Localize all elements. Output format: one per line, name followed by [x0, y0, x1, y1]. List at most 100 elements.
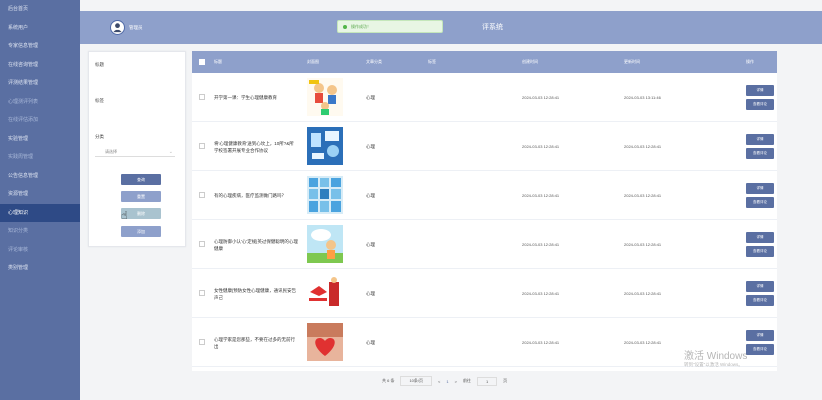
- row-updated: 2024-03-03 12:28:41: [624, 193, 662, 198]
- sidebar-item-notices[interactable]: 公告信息管理: [0, 167, 80, 186]
- blue-cover-image: [307, 127, 343, 165]
- red-cover-image: [307, 274, 343, 312]
- hand-cursor-icon: ☝: [121, 210, 128, 222]
- goto-label: 前往: [462, 378, 471, 383]
- sidebar-item-home[interactable]: 后台首页: [0, 0, 80, 19]
- cartoon-cover-image: [307, 225, 343, 263]
- row-checkbox[interactable]: [199, 192, 205, 198]
- add-button[interactable]: 添加: [121, 226, 161, 237]
- sidebar-item-experiments[interactable]: 实验管理: [0, 130, 80, 149]
- table-row: 将'心理健康教育'送到心坎上，10所?&所学校签署开展专业合作协议 心理 202…: [192, 122, 777, 171]
- row-checkbox[interactable]: [199, 143, 205, 149]
- select-all-checkbox[interactable]: [199, 59, 205, 65]
- row-title: 开学第一课：学生心理健康教育: [214, 95, 277, 100]
- success-toast: 操作成功！: [337, 20, 443, 33]
- row-checkbox[interactable]: [199, 339, 205, 345]
- category-filter-label: 分类: [95, 134, 104, 139]
- view-comments-button[interactable]: 查看评论: [746, 246, 774, 257]
- row-title: 有的心理疾病，医疗监测做门路吗？: [214, 193, 286, 198]
- tag-filter-label: 标签: [95, 98, 104, 103]
- category-select[interactable]: 请选择 ⌄: [95, 147, 175, 157]
- row-title: 女性健康|预防女性心理健康，通讯民安告声己: [214, 287, 297, 300]
- grid-cover-image: [307, 176, 343, 214]
- view-comments-button[interactable]: 查看评论: [746, 197, 774, 208]
- table-row: 开学第一课：学生心理健康教育 心理 2024-03-03 12:28:41 20…: [192, 73, 777, 122]
- avatar[interactable]: [110, 20, 125, 35]
- sidebar-item-weeks[interactable]: 实践周管理: [0, 148, 80, 167]
- col-category[interactable]: 文章分类: [366, 51, 382, 73]
- row-created: 2024-03-03 12:28:41: [522, 144, 560, 149]
- page-input[interactable]: 1: [476, 376, 498, 386]
- row-checkbox[interactable]: [199, 241, 205, 247]
- chevron-down-icon: ⌄: [168, 149, 173, 155]
- pagination: 共 6 条 10条/页 < 1 > 前往 1 页: [382, 376, 507, 386]
- sidebar-item-experts[interactable]: 专家信息管理: [0, 37, 80, 56]
- col-created[interactable]: 创建时间: [522, 51, 538, 73]
- view-comments-button[interactable]: 查看评论: [746, 148, 774, 159]
- detail-button[interactable]: 详情: [746, 232, 774, 243]
- sidebar-item-results[interactable]: 评测结果管理: [0, 74, 80, 93]
- row-category: 心理: [366, 193, 375, 198]
- row-created: 2024-03-03 12:28:41: [522, 193, 560, 198]
- view-comments-button[interactable]: 查看评论: [746, 295, 774, 306]
- row-updated: 2024-03-03 12:28:41: [624, 144, 662, 149]
- row-created: 2024-03-03 12:28:41: [522, 291, 560, 296]
- row-created: 2024-03-03 12:28:41: [522, 95, 560, 100]
- success-icon: [343, 24, 347, 29]
- query-button[interactable]: 查询: [121, 174, 161, 185]
- row-checkbox[interactable]: [199, 290, 205, 296]
- row-checkbox[interactable]: [199, 94, 205, 100]
- table-row: 有的心理疾病，医疗监测做门路吗？ 心理 2024-03-03 12:28:41 …: [192, 171, 777, 220]
- sidebar-item-consult[interactable]: 在线咨询管理: [0, 56, 80, 75]
- header-bar: 管理员 评系统: [80, 11, 822, 44]
- detail-button[interactable]: 详情: [746, 183, 774, 194]
- row-updated: 2024-03-03 12:28:41: [624, 340, 662, 345]
- col-updated[interactable]: 更新时间: [624, 51, 640, 73]
- windows-watermark-subtitle: 转到"设置"以激活 Windows。: [684, 362, 743, 367]
- table-header: 标题 封面图 文章分类 标签 创建时间 更新时间 操作: [192, 51, 777, 73]
- sidebar-item-resources[interactable]: 资源管理: [0, 185, 80, 204]
- col-cover: 封面图: [307, 59, 319, 64]
- admin-label[interactable]: 管理员: [129, 25, 143, 31]
- sidebar: 后台首页 系统用户 专家信息管理 在线咨询管理 评测结果管理 心理测评列表 在线…: [0, 0, 80, 400]
- sidebar-item-knowledge[interactable]: 心理知识: [0, 203, 80, 222]
- row-updated: 2024-03-03 12:28:41: [624, 291, 662, 296]
- table-row: 心理防御小认'心'定规|英过保健聪明的心理健康 心理 2024-03-03 12…: [192, 220, 777, 269]
- page-size-select[interactable]: 10条/页: [400, 376, 433, 386]
- sidebar-item-categories[interactable]: 类别管理: [0, 259, 80, 278]
- sidebar-item-test-list[interactable]: 心理测评列表: [0, 93, 80, 112]
- col-tag: 标签: [428, 59, 436, 64]
- total-count: 共 6 条: [382, 378, 395, 383]
- sidebar-item-test-add[interactable]: 在线评估添加: [0, 111, 80, 130]
- view-comments-button[interactable]: 查看评论: [746, 344, 774, 355]
- title-filter-label: 标题: [95, 62, 104, 67]
- row-created: 2024-03-03 12:28:41: [522, 340, 560, 345]
- table-row: 女性健康|预防女性心理健康，通讯民安告声己 心理 2024-03-03 12:2…: [192, 269, 777, 318]
- detail-button[interactable]: 详情: [746, 330, 774, 341]
- detail-button[interactable]: 详情: [746, 85, 774, 96]
- reset-button[interactable]: 重置: [121, 191, 161, 202]
- row-title: 将'心理健康教育'送到心坎上，10所?&所学校签署开展专业合作协议: [214, 140, 294, 153]
- row-category: 心理: [366, 242, 375, 247]
- next-page-button[interactable]: >: [455, 379, 457, 384]
- sidebar-item-system-users[interactable]: 系统用户: [0, 19, 80, 38]
- current-page[interactable]: 1: [446, 379, 448, 384]
- page-unit-label: 页: [503, 378, 508, 383]
- toast-message: 操作成功！: [351, 23, 371, 29]
- sidebar-item-comment-review[interactable]: 评论审核: [0, 241, 80, 260]
- knowledge-table: 标题 封面图 文章分类 标签 创建时间 更新时间 操作 开学第一课：学生心理健康…: [192, 51, 777, 371]
- row-created: 2024-03-03 12:28:41: [522, 242, 560, 247]
- col-title[interactable]: 标题: [214, 51, 222, 73]
- kids-cover-image: [307, 78, 343, 116]
- detail-button[interactable]: 详情: [746, 281, 774, 292]
- row-category: 心理: [366, 291, 375, 296]
- view-comments-button[interactable]: 查看评论: [746, 99, 774, 110]
- row-updated: 2024-03-03 12:28:41: [624, 242, 662, 247]
- detail-button[interactable]: 详情: [746, 134, 774, 145]
- row-category: 心理: [366, 95, 375, 100]
- prev-page-button[interactable]: <: [438, 379, 440, 384]
- category-select-placeholder: 请选择: [105, 149, 117, 154]
- row-title: 心理学家是您那些，不要在过多的无前行出: [214, 336, 295, 349]
- row-category: 心理: [366, 144, 375, 149]
- sidebar-item-knowledge-category[interactable]: 知识分类: [0, 222, 80, 241]
